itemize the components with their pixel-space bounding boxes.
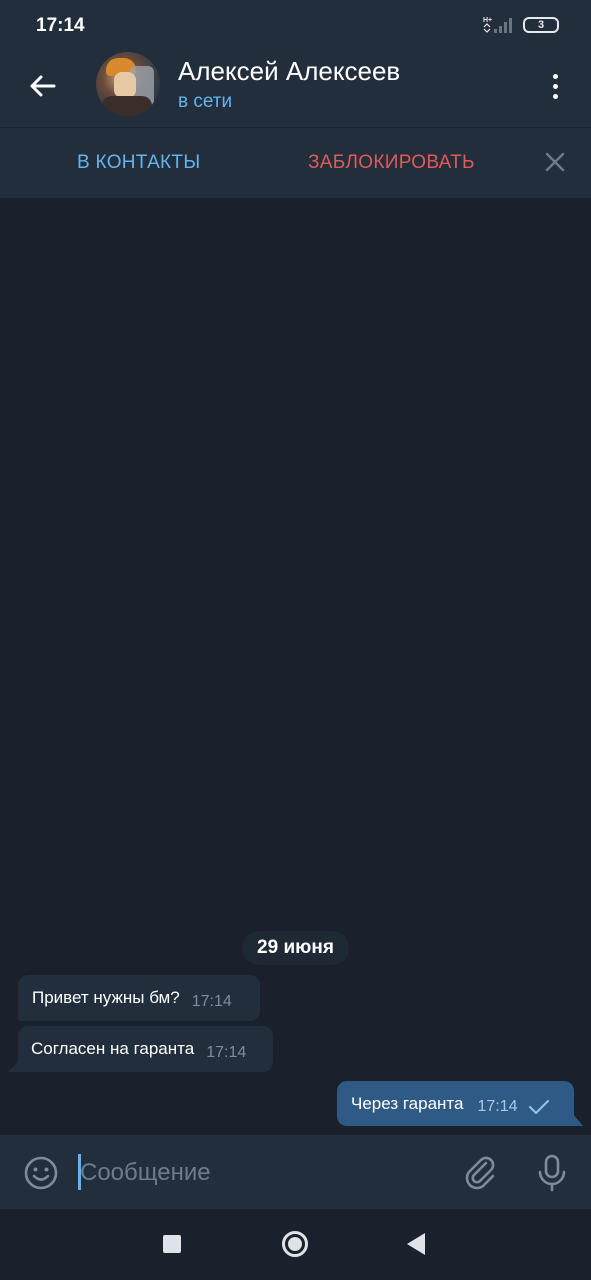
- message-input[interactable]: [80, 1157, 440, 1189]
- avatar[interactable]: [96, 52, 160, 116]
- paperclip-icon: [465, 1156, 495, 1190]
- more-vertical-icon: [552, 73, 558, 79]
- message-bubble-incoming[interactable]: Привет нужны бм? 17:14: [18, 975, 260, 1021]
- chat-header: Алексей Алексеев в сети: [0, 44, 591, 127]
- chat-title[interactable]: Алексей Алексеев: [178, 56, 400, 87]
- recent-apps-button[interactable]: [163, 1235, 181, 1253]
- message-bubble-incoming[interactable]: Согласен на гаранта 17:14: [18, 1026, 273, 1072]
- bubble-tail: [573, 1114, 583, 1126]
- message-text: Согласен на гаранта: [31, 1039, 195, 1058]
- system-back-button[interactable]: [407, 1233, 425, 1255]
- emoji-button[interactable]: [23, 1155, 59, 1191]
- close-icon: [545, 152, 565, 172]
- signal-icon: H+: [483, 17, 512, 33]
- block-user-button[interactable]: ЗАБЛОКИРОВАТЬ: [308, 152, 475, 174]
- message-time: 17:14: [206, 1044, 247, 1061]
- arrow-left-icon: [30, 75, 56, 97]
- microphone-icon: [538, 1154, 566, 1192]
- close-action-bar-button[interactable]: [543, 150, 567, 174]
- status-time: 17:14: [36, 15, 85, 36]
- status-bar: 17:14 H+ 3: [0, 0, 591, 44]
- network-type-label: H+: [483, 17, 492, 24]
- add-contact-button[interactable]: В КОНТАКТЫ: [77, 152, 200, 174]
- check-icon: [528, 1099, 549, 1114]
- back-button[interactable]: [22, 66, 62, 106]
- smiley-icon: [24, 1156, 58, 1190]
- home-button[interactable]: [282, 1231, 308, 1257]
- attach-button[interactable]: [463, 1154, 501, 1192]
- message-time: 17:14: [477, 1097, 518, 1115]
- voice-record-button[interactable]: [533, 1153, 571, 1193]
- system-nav-bar: [0, 1209, 591, 1280]
- message-time: 17:14: [191, 993, 232, 1010]
- message-text: Привет нужны бм?: [32, 988, 180, 1007]
- battery-level: 3: [537, 18, 545, 31]
- more-menu-button[interactable]: [545, 68, 565, 104]
- status-icons: H+ 3: [481, 15, 559, 35]
- battery-icon: 3: [523, 17, 559, 33]
- contact-action-bar: В КОНТАКТЫ ЗАБЛОКИРОВАТЬ: [0, 127, 591, 198]
- message-bubble-outgoing[interactable]: Через гаранта 17:14: [337, 1081, 574, 1126]
- message-text: Через гаранта: [351, 1093, 464, 1113]
- date-separator: 29 июня: [242, 931, 349, 965]
- chat-status: в сети: [178, 91, 233, 112]
- message-composer: [0, 1135, 591, 1209]
